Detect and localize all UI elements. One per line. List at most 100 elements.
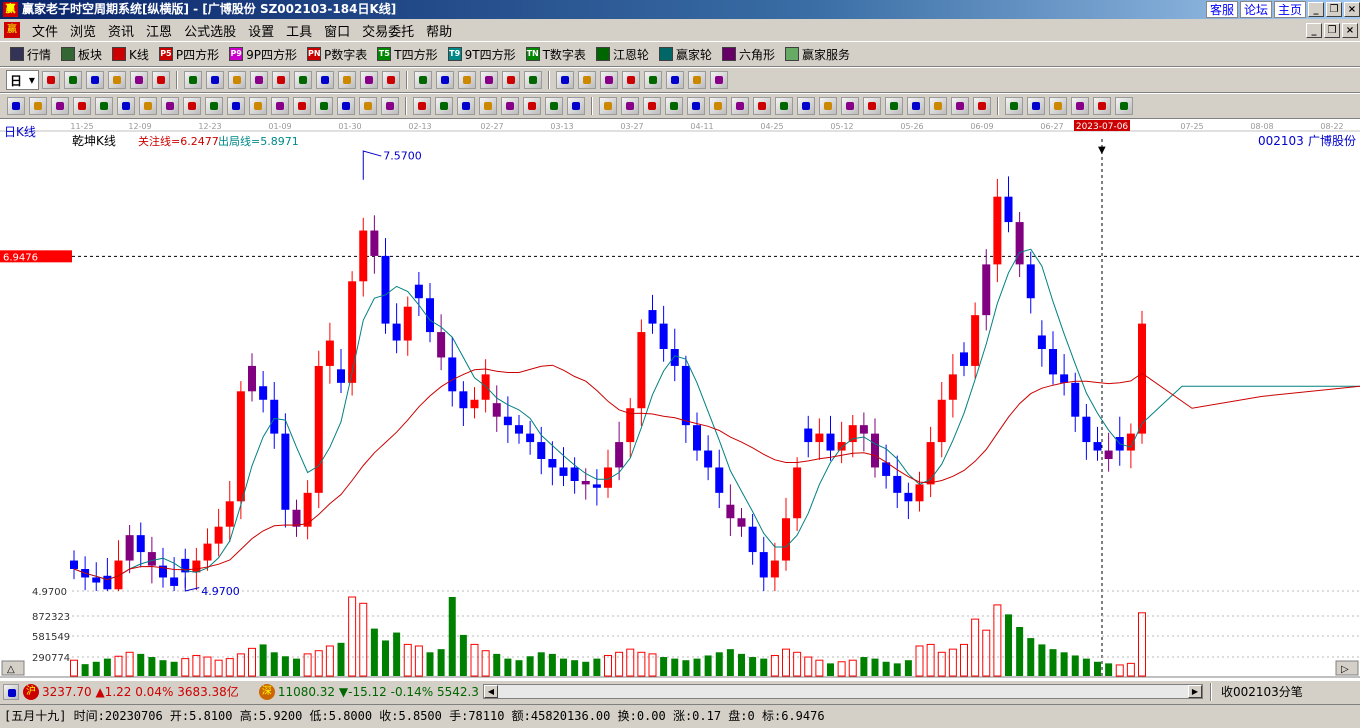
draw-tool-icon-15[interactable] xyxy=(337,97,355,115)
draw-tool-icon-1[interactable] xyxy=(29,97,47,115)
child-minimize-icon[interactable]: _ xyxy=(1306,23,1322,38)
draw-tool-icon-6[interactable] xyxy=(139,97,157,115)
tool-icon-2[interactable] xyxy=(85,71,104,89)
toolbar-button-5[interactable]: PN P数字表 xyxy=(303,44,371,64)
draw-tool-icon-41[interactable] xyxy=(929,97,947,115)
draw-tool-icon-20[interactable] xyxy=(457,97,475,115)
restore-icon[interactable]: ❐ xyxy=(1326,2,1342,17)
toolbar-button-6[interactable]: T5 T四方形 xyxy=(373,44,441,64)
menu-window[interactable]: 窗口 xyxy=(318,21,356,40)
toolbar-button-4[interactable]: P9 9P四方形 xyxy=(225,44,301,64)
draw-tool-icon-2[interactable] xyxy=(51,97,69,115)
tool-icon-1[interactable] xyxy=(63,71,82,89)
menu-tools[interactable]: 工具 xyxy=(280,21,318,40)
draw-tool-icon-12[interactable] xyxy=(271,97,289,115)
draw-tool-icon-46[interactable] xyxy=(1049,97,1067,115)
menu-info[interactable]: 资讯 xyxy=(102,21,140,40)
draw-tool-icon-28[interactable] xyxy=(643,97,661,115)
scroll-right-icon[interactable]: ▶ xyxy=(1187,685,1202,698)
draw-tool-icon-42[interactable] xyxy=(951,97,969,115)
period-select[interactable]: 日 ▾ xyxy=(6,70,39,90)
tool-icon-5[interactable] xyxy=(151,71,170,89)
tool-icon-6[interactable] xyxy=(183,71,202,89)
tool-icon-12[interactable] xyxy=(315,71,334,89)
draw-tool-icon-22[interactable] xyxy=(501,97,519,115)
draw-tool-icon-32[interactable] xyxy=(731,97,749,115)
tool-icon-10[interactable] xyxy=(271,71,290,89)
toolbar-button-12[interactable]: 赢家服务 xyxy=(781,44,854,64)
tool-icon-15[interactable] xyxy=(381,71,400,89)
toolbar-button-9[interactable]: 江恩轮 xyxy=(592,44,653,64)
menu-gann[interactable]: 江恩 xyxy=(140,21,178,40)
tool-icon-21[interactable] xyxy=(523,71,542,89)
draw-tool-icon-3[interactable] xyxy=(73,97,91,115)
draw-tool-icon-30[interactable] xyxy=(687,97,705,115)
tool-icon-16[interactable] xyxy=(413,71,432,89)
forum-link[interactable]: 论坛 xyxy=(1239,1,1272,18)
draw-tool-icon-45[interactable] xyxy=(1027,97,1045,115)
draw-tool-icon-9[interactable] xyxy=(205,97,223,115)
tick-list-label[interactable]: 收002103分笔 xyxy=(1221,683,1303,700)
tool-icon-24[interactable] xyxy=(599,71,618,89)
tool-icon-23[interactable] xyxy=(577,71,596,89)
tool-icon-11[interactable] xyxy=(293,71,312,89)
draw-tool-icon-16[interactable] xyxy=(359,97,377,115)
tool-icon-17[interactable] xyxy=(435,71,454,89)
menu-browse[interactable]: 浏览 xyxy=(64,21,102,40)
grid-menu-icon[interactable] xyxy=(3,683,19,700)
draw-tool-icon-0[interactable] xyxy=(7,97,25,115)
child-close-icon[interactable]: × xyxy=(1342,23,1358,38)
tool-icon-9[interactable] xyxy=(249,71,268,89)
draw-tool-icon-29[interactable] xyxy=(665,97,683,115)
chart-area[interactable]: 11-25 12-09 12-23 01-09 01-30 02-13 02-27 03-13… xyxy=(0,118,1360,680)
draw-tool-icon-27[interactable] xyxy=(621,97,639,115)
draw-tool-icon-23[interactable] xyxy=(523,97,541,115)
service-link[interactable]: 客服 xyxy=(1205,1,1238,18)
draw-tool-icon-11[interactable] xyxy=(249,97,267,115)
draw-tool-icon-44[interactable] xyxy=(1005,97,1023,115)
tool-icon-27[interactable] xyxy=(665,71,684,89)
draw-tool-icon-8[interactable] xyxy=(183,97,201,115)
draw-tool-icon-5[interactable] xyxy=(117,97,135,115)
tool-icon-4[interactable] xyxy=(129,71,148,89)
toolbar-button-3[interactable]: P5 P四方形 xyxy=(155,44,223,64)
tool-icon-8[interactable] xyxy=(227,71,246,89)
draw-tool-icon-26[interactable] xyxy=(599,97,617,115)
scroll-left-icon[interactable]: ◀ xyxy=(483,685,498,698)
draw-tool-icon-38[interactable] xyxy=(863,97,881,115)
menu-trade[interactable]: 交易委托 xyxy=(356,21,420,40)
draw-tool-icon-19[interactable] xyxy=(435,97,453,115)
draw-tool-icon-33[interactable] xyxy=(753,97,771,115)
draw-tool-icon-4[interactable] xyxy=(95,97,113,115)
tool-icon-25[interactable] xyxy=(621,71,640,89)
toolbar-button-0[interactable]: 行情 xyxy=(6,44,55,64)
child-restore-icon[interactable]: ❐ xyxy=(1324,23,1340,38)
draw-tool-icon-48[interactable] xyxy=(1093,97,1111,115)
draw-tool-icon-31[interactable] xyxy=(709,97,727,115)
tool-icon-14[interactable] xyxy=(359,71,378,89)
draw-tool-icon-37[interactable] xyxy=(841,97,859,115)
draw-tool-icon-7[interactable] xyxy=(161,97,179,115)
tool-icon-22[interactable] xyxy=(555,71,574,89)
toolbar-button-1[interactable]: 板块 xyxy=(57,44,106,64)
draw-tool-icon-35[interactable] xyxy=(797,97,815,115)
draw-tool-icon-24[interactable] xyxy=(545,97,563,115)
draw-tool-icon-49[interactable] xyxy=(1115,97,1133,115)
tool-icon-29[interactable] xyxy=(709,71,728,89)
horizontal-scrollbar[interactable]: ◀ ▶ xyxy=(482,684,1203,699)
menu-formula[interactable]: 公式选股 xyxy=(178,21,242,40)
home-link[interactable]: 主页 xyxy=(1273,1,1306,18)
draw-tool-icon-14[interactable] xyxy=(315,97,333,115)
tool-icon-28[interactable] xyxy=(687,71,706,89)
draw-tool-icon-34[interactable] xyxy=(775,97,793,115)
toolbar-button-8[interactable]: TN T数字表 xyxy=(522,44,590,64)
draw-tool-icon-17[interactable] xyxy=(381,97,399,115)
toolbar-button-11[interactable]: 六角形 xyxy=(718,44,779,64)
tool-icon-26[interactable] xyxy=(643,71,662,89)
close-icon[interactable]: × xyxy=(1344,2,1360,17)
tool-icon-20[interactable] xyxy=(501,71,520,89)
draw-tool-icon-47[interactable] xyxy=(1071,97,1089,115)
draw-tool-icon-39[interactable] xyxy=(885,97,903,115)
toolbar-button-10[interactable]: 赢家轮 xyxy=(655,44,716,64)
kline-chart[interactable]: 11-25 12-09 12-23 01-09 01-30 02-13 02-27 03-13… xyxy=(0,119,1360,681)
